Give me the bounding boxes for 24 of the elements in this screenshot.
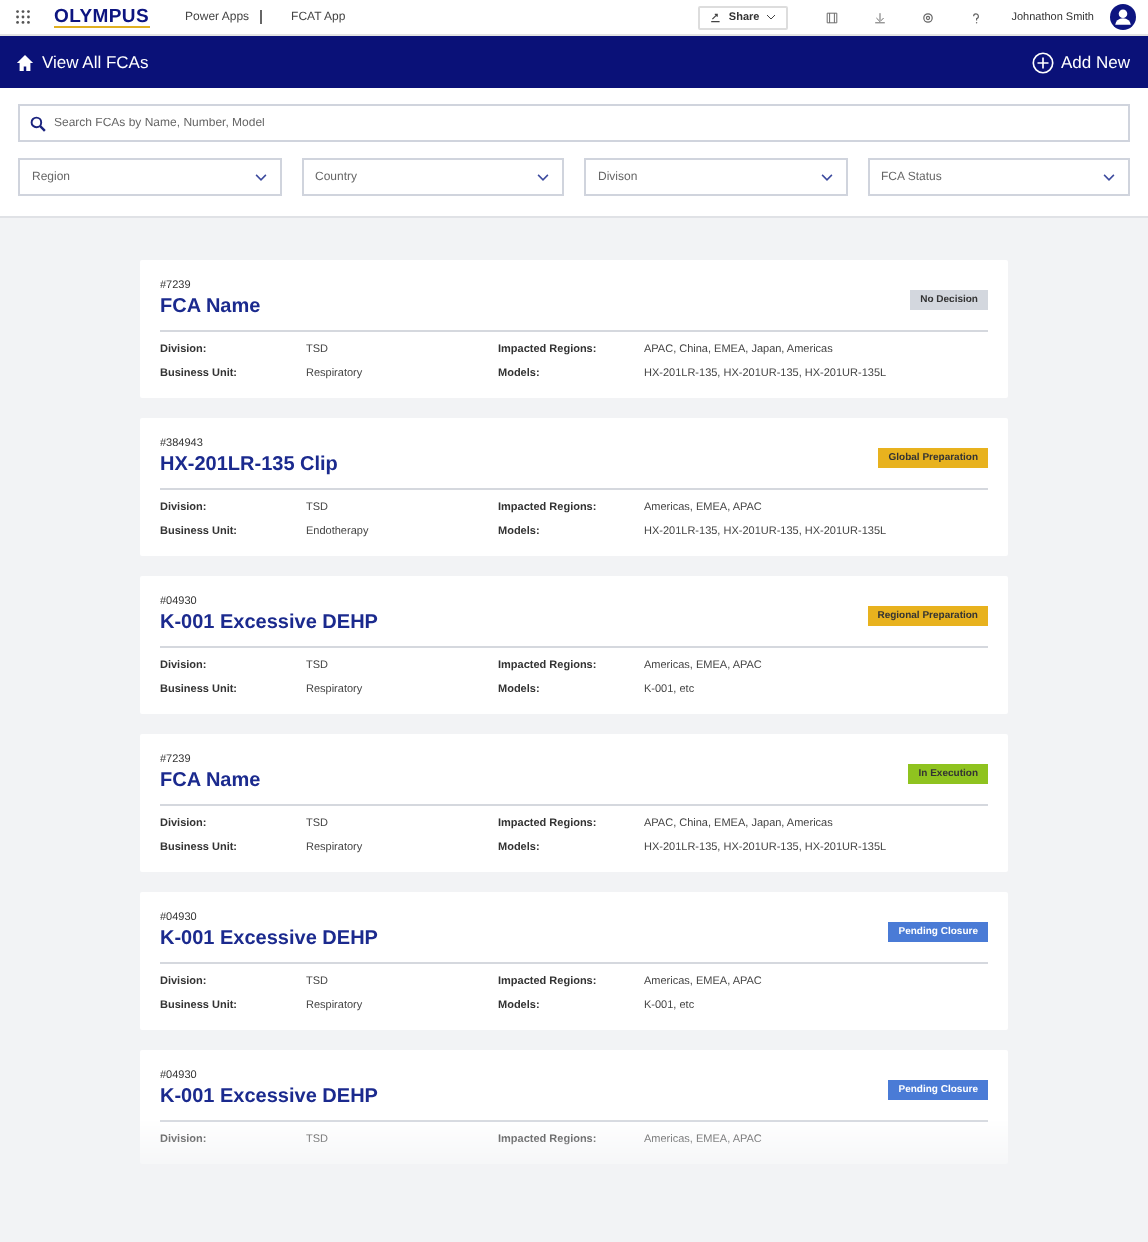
- home-icon: [16, 53, 34, 71]
- caret-icon: [765, 12, 776, 22]
- fca-title: K-001 Excessive DEHP: [160, 1086, 378, 1108]
- download-icon[interactable]: [873, 11, 886, 23]
- avatar-icon[interactable]: [1110, 4, 1136, 30]
- share-icon: [710, 11, 723, 23]
- view-all-link[interactable]: View All FCAs: [16, 52, 149, 72]
- fca-title: HX-201LR-135 Clip: [160, 454, 338, 476]
- search-icon: [30, 115, 46, 131]
- fullscreen-icon[interactable]: [825, 11, 838, 23]
- add-new-button[interactable]: Add New: [1031, 51, 1130, 73]
- help-icon[interactable]: [969, 11, 982, 23]
- chevron-down-icon: [1102, 170, 1116, 184]
- chevron-down-icon: [819, 170, 833, 184]
- logo: OLYMPUS: [54, 7, 150, 27]
- fca-title: K-001 Excessive DEHP: [160, 928, 378, 950]
- app-launcher-icon[interactable]: [16, 10, 30, 24]
- fca-title: K-001 Excessive DEHP: [160, 612, 378, 634]
- plus-circle-icon: [1031, 51, 1053, 73]
- chevron-down-icon: [253, 170, 267, 184]
- fca-title: FCA Name: [160, 770, 261, 792]
- settings-icon[interactable]: [921, 11, 934, 23]
- fca-title: FCA Name: [160, 296, 261, 318]
- chevron-down-icon: [536, 170, 550, 184]
